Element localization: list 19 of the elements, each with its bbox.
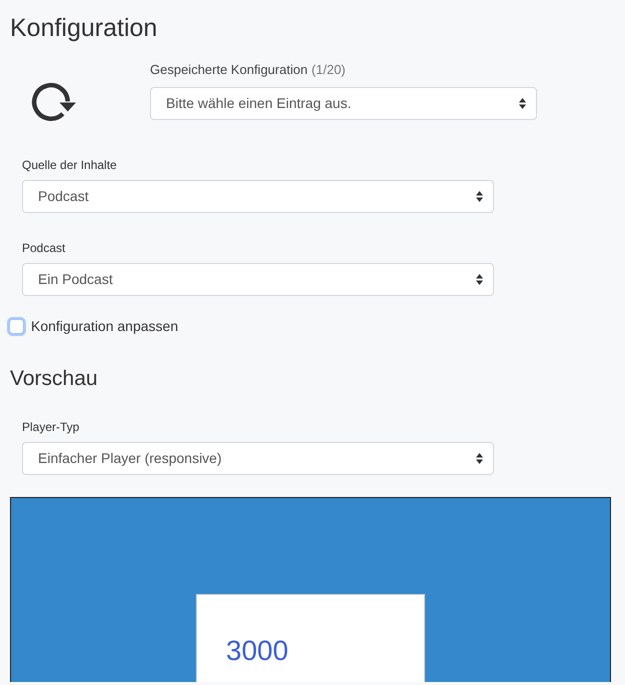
number-text: 3000 <box>226 634 288 668</box>
dropdown-field[interactable]: Bitte wähle einen Eintrag aus. <box>150 87 537 120</box>
field-label: Gespeicherte Konfiguration <box>150 61 308 79</box>
field-label: Quelle der Inhalte <box>22 157 118 173</box>
section-heading: Konfiguration <box>10 13 158 43</box>
count-label: (1/20) <box>312 61 346 79</box>
sort-caret-icon <box>519 98 526 109</box>
refresh-icon[interactable] <box>31 82 78 122</box>
dropdown-field[interactable]: Einfacher Player (responsive) <box>22 442 494 475</box>
field-label: Podcast <box>22 240 66 256</box>
sort-caret-icon <box>476 191 483 202</box>
field-label: Player-Typ <box>22 419 80 435</box>
checkbox[interactable] <box>9 318 24 334</box>
sort-caret-icon <box>476 274 483 285</box>
sort-caret-icon <box>476 453 483 464</box>
checkbox-label[interactable]: Konfiguration anpassen <box>31 316 178 336</box>
dropdown-field[interactable]: Podcast <box>22 180 494 213</box>
dropdown-field[interactable]: Ein Podcast <box>22 263 494 296</box>
section-heading: Vorschau <box>10 366 99 392</box>
